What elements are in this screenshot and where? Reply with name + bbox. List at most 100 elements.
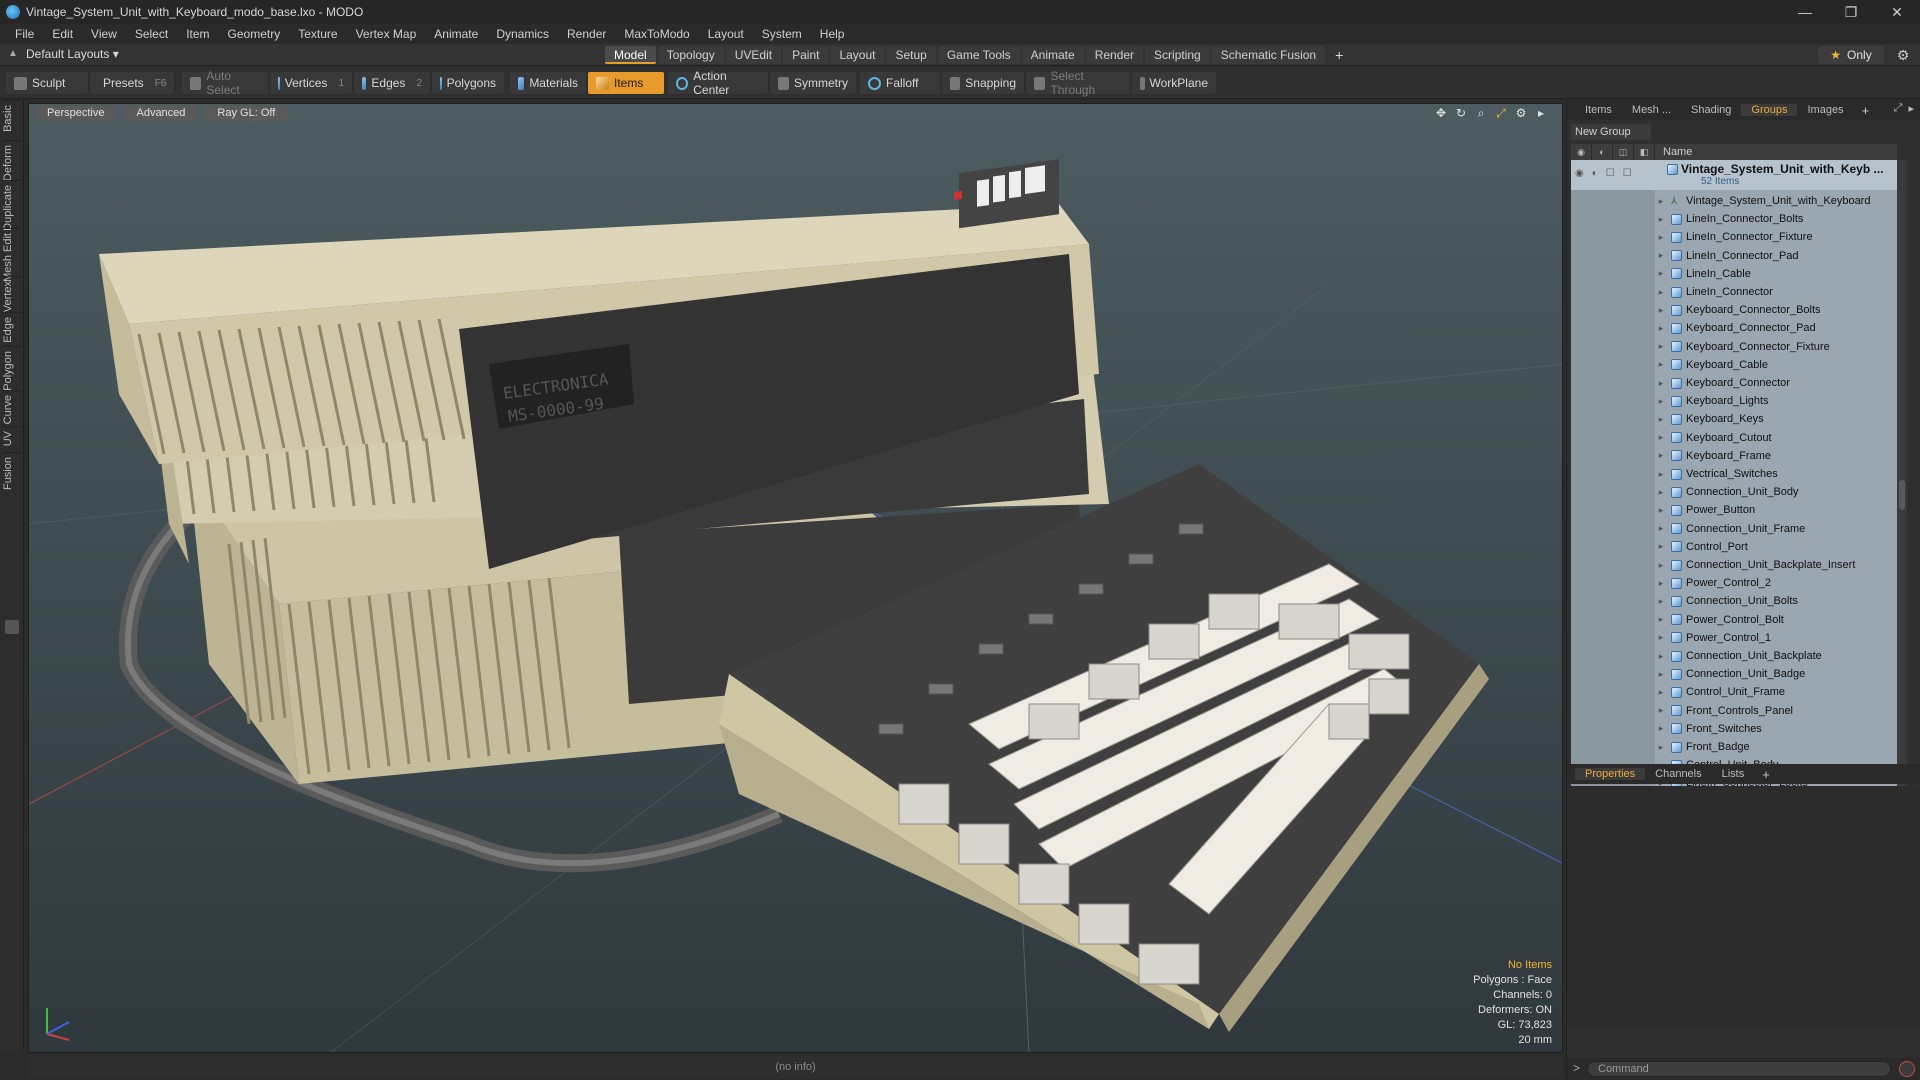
tab-setup[interactable]: Setup [886, 46, 936, 64]
close-button[interactable]: ✕ [1874, 0, 1920, 24]
workplane-button[interactable]: WorkPlane [1132, 72, 1216, 94]
expand-arrow-icon[interactable]: ▸ [1655, 414, 1667, 425]
bottom-tab-channels[interactable]: Channels [1645, 768, 1711, 780]
tree-item[interactable]: ▸ Front_Switches [1655, 720, 1897, 738]
tree-item[interactable]: ▸ Keyboard_Cable [1655, 356, 1897, 374]
expand-arrow-icon[interactable]: ▸ [1655, 432, 1667, 443]
expand-arrow-icon[interactable]: ▸ [1655, 596, 1667, 607]
expand-arrow-icon[interactable]: ▸ [1655, 323, 1667, 334]
tree-item[interactable]: ▸ Control_Unit_Frame [1655, 683, 1897, 701]
items-button[interactable]: Items [588, 72, 664, 94]
left-tab-duplicate[interactable]: Duplicate [2, 180, 22, 235]
action-center-button[interactable]: Action Center [668, 69, 768, 97]
expand-arrow-icon[interactable]: ▸ [1655, 341, 1667, 352]
tree-item[interactable]: ▸ Power_Control_2 [1655, 574, 1897, 592]
expand-arrow-icon[interactable]: ▸ [1655, 469, 1667, 480]
menu-render[interactable]: Render [558, 24, 615, 44]
menu-edit[interactable]: Edit [43, 24, 82, 44]
tree-item[interactable]: ▸ Connection_Unit_Backplate [1655, 647, 1897, 665]
right-tab-shading[interactable]: Shading [1681, 104, 1741, 116]
falloff-button[interactable]: Falloff [860, 72, 940, 94]
restore-button[interactable]: ❐ [1828, 0, 1874, 24]
move-view-icon[interactable]: ✥ [1434, 106, 1448, 120]
snapping-button[interactable]: Snapping [942, 72, 1024, 94]
left-tab-basic[interactable]: Basic [2, 100, 22, 136]
tab-topology[interactable]: Topology [657, 46, 724, 64]
left-tab-uv[interactable]: UV [2, 426, 22, 451]
presets-button[interactable]: Presets F6 [90, 72, 174, 94]
left-tab-deform[interactable]: Deform [2, 140, 22, 186]
select-through-button[interactable]: Select Through [1026, 69, 1130, 97]
gear-icon[interactable]: ⚙ [1895, 47, 1911, 63]
tree-root-group[interactable]: ◉ ◐ ☐ ☐ Vintage_System_Unit_with_Keyb ..… [1571, 160, 1897, 190]
left-tab-vertex[interactable]: Vertex [2, 276, 22, 317]
tree-item[interactable]: ▸ Connection_Unit_Badge [1655, 665, 1897, 683]
expand-arrow-icon[interactable]: ▸ [1655, 705, 1667, 716]
menu-layout[interactable]: Layout [699, 24, 753, 44]
expand-arrow-icon[interactable]: ▸ [1655, 487, 1667, 498]
right-tab-groups[interactable]: Groups [1741, 104, 1798, 116]
expand-arrow-icon[interactable]: ▸ [1655, 232, 1667, 243]
tree-item[interactable]: ▸ Connection_Unit_Backplate_Insert [1655, 556, 1897, 574]
tree-item[interactable]: ▸ Keyboard_Cutout [1655, 429, 1897, 447]
expand-arrow-icon[interactable]: ▸ [1655, 523, 1667, 534]
add-bottom-tab-icon[interactable]: + [1756, 767, 1776, 782]
tree-item[interactable]: ▸ Control_Port [1655, 538, 1897, 556]
tree-item[interactable]: ▸ Connection_Unit_Bolts [1655, 592, 1897, 610]
select-column-icon[interactable]: ◧ [1634, 144, 1655, 160]
tree-item[interactable]: ▸ LineIn_Connector_Pad [1655, 247, 1897, 265]
tab-uvedit[interactable]: UVEdit [725, 46, 782, 64]
sculpt-button[interactable]: Sculpt [6, 72, 88, 94]
tree-item[interactable]: ▸ Connection_Unit_Frame [1655, 520, 1897, 538]
menu-view[interactable]: View [82, 24, 126, 44]
tab-animate[interactable]: Animate [1021, 46, 1084, 64]
add-layout-tab-icon[interactable]: + [1327, 46, 1351, 64]
menu-vertex-map[interactable]: Vertex Map [347, 24, 426, 44]
lock-column-icon[interactable]: ◫ [1613, 144, 1634, 160]
menu-texture[interactable]: Texture [289, 24, 346, 44]
menu-dynamics[interactable]: Dynamics [487, 24, 558, 44]
expand-arrow-icon[interactable]: ▸ [1655, 214, 1667, 225]
tree-item[interactable]: ▸ ⅄ Vintage_System_Unit_with_Keyboard [1655, 192, 1897, 210]
materials-button[interactable]: Materials [510, 72, 586, 94]
viewport-menu-icon[interactable]: ▸ [1534, 106, 1548, 120]
bottom-tab-lists[interactable]: Lists [1712, 768, 1755, 780]
tree-item[interactable]: ▸ Front_Controls_Panel [1655, 702, 1897, 720]
menu-animate[interactable]: Animate [425, 24, 487, 44]
menu-system[interactable]: System [753, 24, 811, 44]
tab-render[interactable]: Render [1085, 46, 1144, 64]
expand-arrow-icon[interactable]: ▸ [1655, 196, 1667, 207]
command-input[interactable] [1587, 1061, 1891, 1077]
tree-item[interactable]: ▸ LineIn_Connector_Fixture [1655, 228, 1897, 246]
viewport-gear-icon[interactable]: ⚙ [1514, 106, 1528, 120]
expand-arrow-icon[interactable]: ▸ [1655, 396, 1667, 407]
menu-file[interactable]: File [6, 24, 43, 44]
collapse-up-icon[interactable]: ▲ [8, 48, 20, 60]
left-tab-polygon[interactable]: Polygon [2, 346, 22, 395]
tab-layout[interactable]: Layout [830, 46, 885, 64]
tree-item[interactable]: ▸ Keyboard_Lights [1655, 392, 1897, 410]
right-tab-items[interactable]: Items [1575, 104, 1622, 116]
tree-item[interactable]: ▸ Vectrical_Switches [1655, 465, 1897, 483]
tree-item[interactable]: ▸ Keyboard_Connector_Bolts [1655, 301, 1897, 319]
expand-arrow-icon[interactable]: ▸ [1655, 614, 1667, 625]
expand-arrow-icon[interactable]: ▸ [1655, 742, 1667, 753]
name-column-header[interactable]: Name [1655, 146, 1692, 158]
tool-square-icon[interactable] [5, 620, 19, 634]
symmetry-button[interactable]: Symmetry [770, 72, 856, 94]
raygl-button[interactable]: Ray GL: Off [205, 106, 288, 121]
menu-item[interactable]: Item [177, 24, 218, 44]
tab-scripting[interactable]: Scripting [1145, 46, 1210, 64]
expand-arrow-icon[interactable]: ▸ [1655, 305, 1667, 316]
left-tab-curve[interactable]: Curve [2, 390, 22, 429]
tab-model[interactable]: Model [605, 46, 656, 64]
shading-mode-button[interactable]: Advanced [124, 106, 198, 121]
tab-game-tools[interactable]: Game Tools [937, 46, 1020, 64]
tree-item[interactable]: ▸ Power_Button [1655, 501, 1897, 519]
expand-arrow-icon[interactable]: ▸ [1655, 378, 1667, 389]
tree-item[interactable]: ▸ Connection_Unit_Body [1655, 483, 1897, 501]
expand-arrow-icon[interactable]: ▸ [1655, 268, 1667, 279]
render-column-icon[interactable]: ◐ [1592, 144, 1613, 160]
expand-arrow-icon[interactable]: ▸ [1655, 541, 1667, 552]
edges-button[interactable]: Edges 2 [354, 72, 430, 94]
